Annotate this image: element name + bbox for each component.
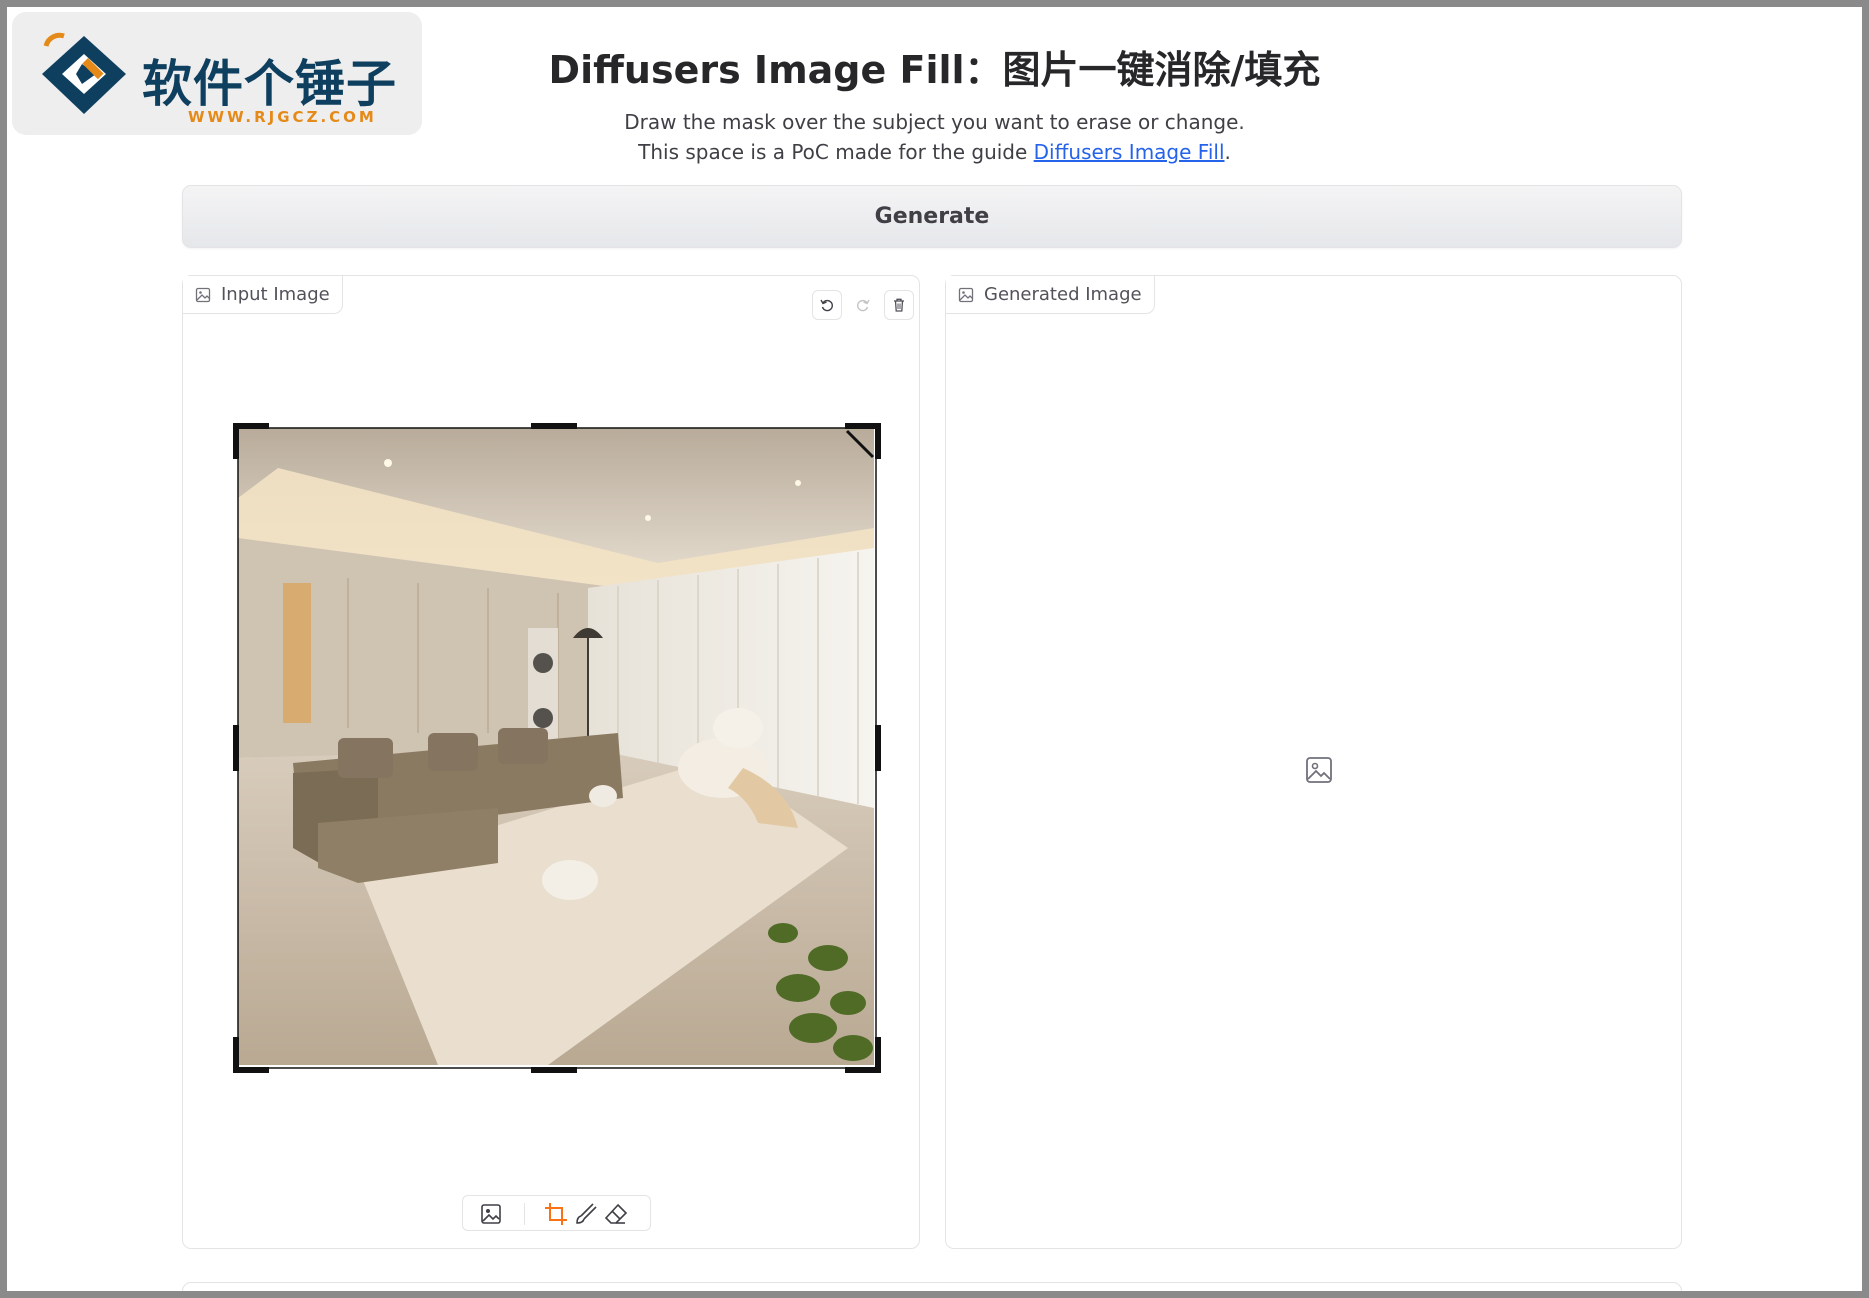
image-icon — [958, 287, 974, 302]
trash-icon — [894, 298, 904, 312]
clear-button[interactable] — [884, 290, 914, 320]
subtitle-line-1: Draw the mask over the subject you want … — [624, 110, 1245, 134]
input-image-label-tab: Input Image — [183, 276, 343, 314]
redo-button[interactable] — [848, 290, 878, 320]
image-editor-toolbar — [462, 1195, 651, 1231]
input-image-label: Input Image — [221, 284, 330, 305]
input-image-canvas[interactable] — [238, 428, 874, 1065]
image-icon — [195, 287, 211, 302]
subtitle-prefix: This space is a PoC made for the guide — [638, 140, 1034, 164]
toolbar-separator — [524, 1203, 525, 1225]
subtitle-suffix: . — [1224, 140, 1231, 164]
subtitle-line-2: This space is a PoC made for the guide D… — [7, 140, 1862, 164]
living-room-photo — [238, 428, 874, 1065]
brush-icon[interactable] — [573, 1201, 599, 1227]
app-frame: 软件个锤子 WWW.RJGCZ.COM Diffusers Image Fill… — [7, 7, 1862, 1291]
image-icon[interactable] — [478, 1201, 504, 1227]
next-section-panel — [182, 1282, 1682, 1291]
image-placeholder-icon — [1306, 757, 1332, 783]
guide-link[interactable]: Diffusers Image Fill — [1034, 140, 1225, 164]
eraser-icon[interactable] — [603, 1201, 629, 1227]
generate-button[interactable]: Generate — [182, 185, 1682, 248]
redo-icon — [857, 299, 870, 312]
undo-button[interactable] — [812, 290, 842, 320]
undo-icon — [820, 299, 833, 312]
generated-image-label-tab: Generated Image — [946, 276, 1155, 314]
page-title: Diffusers Image Fill：图片一键消除/填充 — [548, 48, 1321, 92]
crop-icon[interactable] — [543, 1201, 569, 1227]
generated-image-label: Generated Image — [984, 284, 1142, 305]
